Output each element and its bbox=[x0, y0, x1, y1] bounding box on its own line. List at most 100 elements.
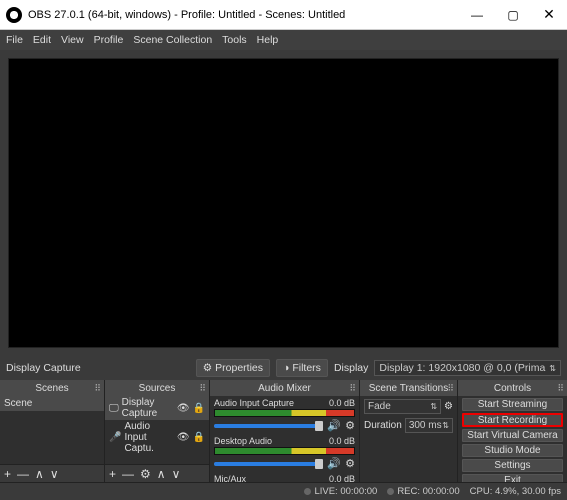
transitions-title: Scene Transitions bbox=[369, 383, 449, 394]
visibility-icon[interactable]: 👁 bbox=[177, 432, 190, 443]
display-icon: 🖵 bbox=[109, 403, 119, 414]
gear-icon[interactable]: ⚙ bbox=[444, 401, 453, 412]
transitions-panel: Scene Transitions ⠿ Fade ⇅ ⚙ Duration 30… bbox=[360, 380, 458, 482]
source-item[interactable]: 🖵 Display Capture 👁 🔒 bbox=[105, 396, 209, 420]
transition-type-select[interactable]: Fade ⇅ bbox=[364, 399, 441, 414]
scenes-list[interactable]: Scene bbox=[0, 396, 104, 464]
channel-db: 0.0 dB bbox=[329, 398, 355, 408]
rec-dot-icon bbox=[387, 488, 394, 495]
dock-menu-icon[interactable]: ⠿ bbox=[94, 383, 101, 394]
properties-button[interactable]: ⚙ Properties bbox=[196, 359, 270, 377]
source-down-button[interactable]: ∨ bbox=[172, 467, 181, 481]
duration-value: 300 ms bbox=[409, 420, 442, 431]
dock-menu-icon[interactable]: ⠿ bbox=[349, 383, 356, 394]
sources-panel: Sources ⠿ 🖵 Display Capture 👁 🔒 🎤 Audio … bbox=[105, 380, 210, 482]
channel-name: Mic/Aux bbox=[214, 474, 246, 482]
scene-item[interactable]: Scene bbox=[0, 396, 104, 411]
obs-logo-icon bbox=[6, 7, 22, 23]
properties-label: Properties bbox=[215, 362, 263, 374]
mixer-header[interactable]: Audio Mixer ⠿ bbox=[210, 380, 359, 396]
scene-up-button[interactable]: ∧ bbox=[35, 467, 44, 481]
sources-list[interactable]: 🖵 Display Capture 👁 🔒 🎤 Audio Input Capt… bbox=[105, 396, 209, 464]
channel-db: 0.0 dB bbox=[329, 436, 355, 446]
scenes-title: Scenes bbox=[35, 383, 68, 394]
gear-icon: ⚙ bbox=[203, 362, 212, 374]
speaker-icon[interactable]: 🔊 bbox=[327, 457, 341, 470]
controls-title: Controls bbox=[494, 383, 531, 394]
remove-source-button[interactable]: — bbox=[122, 467, 134, 481]
window-title: OBS 27.0.1 (64-bit, windows) - Profile: … bbox=[28, 9, 459, 21]
start-streaming-button[interactable]: Start Streaming bbox=[462, 398, 563, 411]
dock-menu-icon[interactable]: ⠿ bbox=[557, 383, 564, 394]
studio-mode-button[interactable]: Studio Mode bbox=[462, 444, 563, 457]
filters-label: Filters bbox=[292, 362, 321, 374]
menu-scene-collection[interactable]: Scene Collection bbox=[133, 34, 212, 46]
start-virtual-camera-button[interactable]: Start Virtual Camera bbox=[462, 429, 563, 442]
preview-area bbox=[0, 50, 567, 356]
sources-toolbar: + — ⚙ ∧ ∨ bbox=[105, 464, 209, 482]
lock-icon[interactable]: 🔒 bbox=[193, 403, 205, 414]
controls-body: Start Streaming Start Recording Start Vi… bbox=[458, 396, 567, 482]
display-label: Display bbox=[334, 362, 368, 374]
mixer-title: Audio Mixer bbox=[258, 383, 311, 394]
speaker-icon[interactable]: 🔊 bbox=[327, 419, 341, 432]
cpu-status: CPU: 4.9%, 30.00 fps bbox=[470, 486, 561, 497]
volume-slider[interactable] bbox=[214, 424, 323, 428]
filters-button[interactable]: ◑ Filters bbox=[276, 359, 328, 377]
transitions-header[interactable]: Scene Transitions ⠿ bbox=[360, 380, 457, 396]
menubar: File Edit View Profile Scene Collection … bbox=[0, 30, 567, 50]
sources-title: Sources bbox=[139, 383, 176, 394]
close-button[interactable]: ✕ bbox=[531, 0, 567, 30]
audio-input-icon: 🎤 bbox=[109, 432, 121, 443]
maximize-button[interactable]: ▢ bbox=[495, 0, 531, 30]
start-recording-button[interactable]: Start Recording bbox=[462, 413, 563, 427]
source-label: Audio Input Captu. bbox=[124, 421, 173, 454]
audio-mixer-panel: Audio Mixer ⠿ Audio Input Capture 0.0 dB… bbox=[210, 380, 360, 482]
transition-type: Fade bbox=[368, 401, 391, 412]
mixer-body: Audio Input Capture 0.0 dB 🔊 ⚙ Desktop A… bbox=[210, 396, 359, 482]
menu-tools[interactable]: Tools bbox=[222, 34, 247, 46]
dock-panels: Scenes ⠿ Scene + — ∧ ∨ Sources ⠿ 🖵 Displ… bbox=[0, 380, 567, 482]
menu-view[interactable]: View bbox=[61, 34, 84, 46]
gear-icon[interactable]: ⚙ bbox=[345, 457, 355, 470]
scene-down-button[interactable]: ∨ bbox=[50, 467, 59, 481]
source-item[interactable]: 🎤 Audio Input Captu. 👁 🔒 bbox=[105, 420, 209, 455]
volume-slider[interactable] bbox=[214, 462, 323, 466]
settings-button[interactable]: Settings bbox=[462, 459, 563, 472]
controls-panel: Controls ⠿ Start Streaming Start Recordi… bbox=[458, 380, 567, 482]
lock-icon[interactable]: 🔒 bbox=[193, 432, 205, 443]
preview-canvas[interactable] bbox=[8, 58, 559, 348]
duration-input[interactable]: 300 ms ⇅ bbox=[405, 418, 453, 433]
rec-status: REC: 00:00:00 bbox=[387, 486, 459, 497]
menu-file[interactable]: File bbox=[6, 34, 23, 46]
remove-scene-button[interactable]: — bbox=[17, 467, 29, 481]
visibility-icon[interactable]: 👁 bbox=[177, 403, 190, 414]
source-props-button[interactable]: ⚙ bbox=[140, 467, 151, 481]
chevron-updown-icon: ⇅ bbox=[442, 421, 449, 430]
duration-label: Duration bbox=[364, 420, 402, 431]
menu-edit[interactable]: Edit bbox=[33, 34, 51, 46]
exit-button[interactable]: Exit bbox=[462, 474, 563, 482]
source-up-button[interactable]: ∧ bbox=[157, 467, 166, 481]
scenes-header[interactable]: Scenes ⠿ bbox=[0, 380, 104, 396]
dock-menu-icon[interactable]: ⠿ bbox=[199, 383, 206, 394]
scenes-toolbar: + — ∧ ∨ bbox=[0, 464, 104, 482]
sources-header[interactable]: Sources ⠿ bbox=[105, 380, 209, 396]
add-scene-button[interactable]: + bbox=[4, 467, 11, 481]
display-select[interactable]: Display 1: 1920x1080 @ 0,0 (Prima ⇅ bbox=[374, 360, 561, 376]
live-status: LIVE: 00:00:00 bbox=[304, 486, 377, 497]
channel-db: 0.0 dB bbox=[329, 474, 355, 482]
menu-profile[interactable]: Profile bbox=[94, 34, 124, 46]
gear-icon[interactable]: ⚙ bbox=[345, 419, 355, 432]
add-source-button[interactable]: + bbox=[109, 467, 116, 481]
minimize-button[interactable]: — bbox=[459, 0, 495, 30]
controls-header[interactable]: Controls ⠿ bbox=[458, 380, 567, 396]
statusbar: LIVE: 00:00:00 REC: 00:00:00 CPU: 4.9%, … bbox=[0, 482, 567, 500]
mixer-channel: Audio Input Capture 0.0 dB 🔊 ⚙ bbox=[210, 396, 359, 434]
rec-time: REC: 00:00:00 bbox=[397, 486, 459, 497]
live-dot-icon bbox=[304, 488, 311, 495]
dock-menu-icon[interactable]: ⠿ bbox=[447, 383, 454, 394]
chevron-updown-icon: ⇅ bbox=[549, 364, 556, 373]
channel-name: Desktop Audio bbox=[214, 436, 272, 446]
menu-help[interactable]: Help bbox=[257, 34, 279, 46]
